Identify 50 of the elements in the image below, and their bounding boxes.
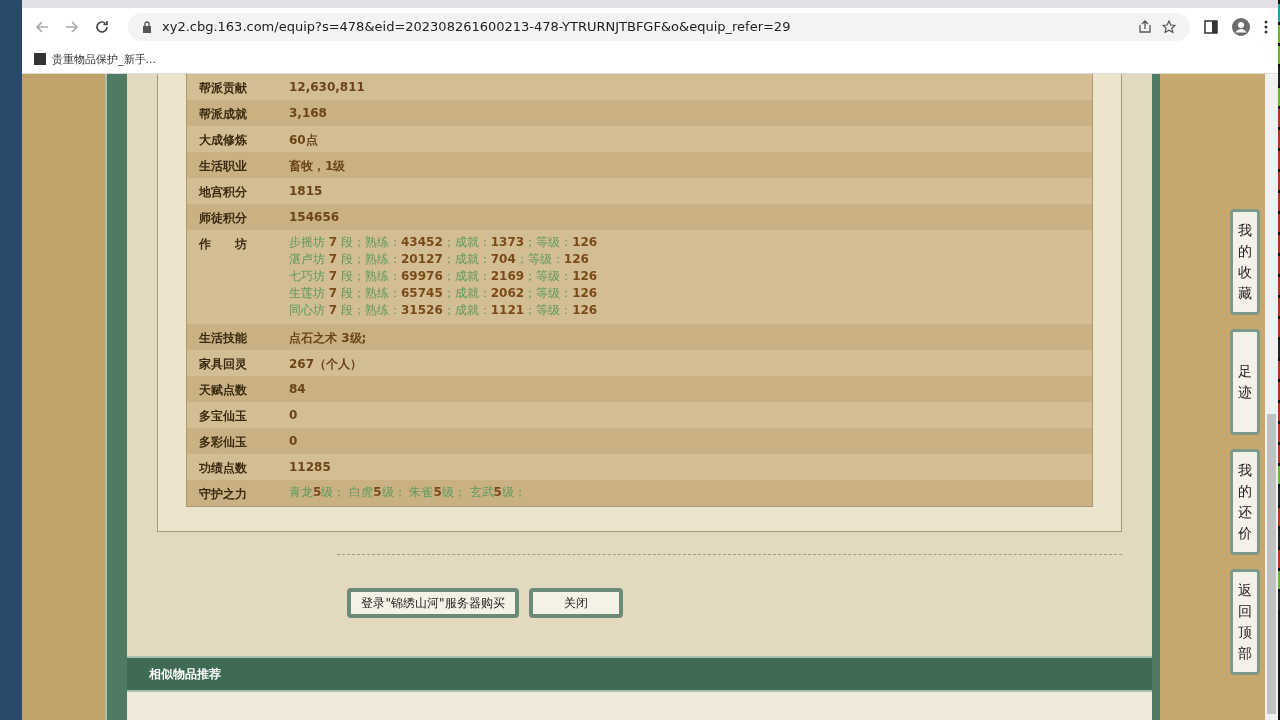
field-label: 多宝仙玉 bbox=[198, 408, 248, 425]
scroll-button[interactable]: 关闭 bbox=[529, 588, 623, 618]
field-value: 3,168 bbox=[289, 105, 327, 120]
field-value: 12,630,811 bbox=[289, 79, 365, 94]
field-label: 功绩点数 bbox=[198, 460, 248, 477]
field-label: 帮派成就 bbox=[198, 106, 248, 123]
lock-icon bbox=[142, 20, 152, 33]
field-value: 点石之术 3级; bbox=[289, 330, 367, 347]
field-value: 湛卢坊 7 段；熟练：20127；成就：704；等级：126 bbox=[289, 251, 590, 268]
field-label: 生活职业 bbox=[198, 158, 248, 175]
sidebar-icon[interactable] bbox=[1204, 19, 1218, 34]
field-label: 多彩仙玉 bbox=[198, 434, 248, 451]
field-label: 地宫积分 bbox=[197, 184, 248, 201]
field-value: 1815 bbox=[289, 183, 323, 198]
field-value: 七巧坊 7 段；熟练：69976；成就：2169；等级：126 bbox=[289, 268, 598, 285]
field-label: 守护之力 bbox=[198, 486, 248, 503]
field-value: 步摇坊 7 段；熟练：43452；成就：1373；等级：126 bbox=[289, 234, 598, 251]
field-value: 0 bbox=[289, 407, 298, 422]
field-value: 青龙5级； 白虎5级； 朱雀5级； 玄武5级； bbox=[289, 484, 526, 501]
field-label: 师徒积分 bbox=[198, 210, 248, 227]
menu-icon[interactable] bbox=[1264, 19, 1268, 34]
share-icon[interactable] bbox=[1138, 19, 1152, 34]
section-title: 相似物品推荐 bbox=[149, 665, 221, 683]
field-value: 60点 bbox=[289, 132, 318, 149]
bookmark[interactable]: 贵重物品保护_新手... bbox=[34, 51, 156, 67]
url-text: xy2.cbg.163.com/equip?s=478&eid=202308261600213-478-YTRURNJTBFGF&o&equip_refer=29 bbox=[162, 19, 791, 35]
field-value: 11285 bbox=[289, 459, 331, 474]
field-value: 0 bbox=[289, 433, 298, 448]
side-button[interactable]: 足迹 bbox=[1230, 329, 1260, 435]
side-button[interactable]: 返回顶部 bbox=[1230, 569, 1260, 675]
field-value: 生莲坊 7 段；熟练：65745；成就：2062；等级：126 bbox=[289, 285, 598, 302]
field-label: 天赋点数 bbox=[198, 382, 248, 399]
profile-icon[interactable] bbox=[1232, 17, 1250, 36]
field-label: 大成修炼 bbox=[198, 132, 248, 149]
field-value: 畜牧，1级 bbox=[289, 158, 346, 175]
side-button[interactable]: 我的收藏 bbox=[1230, 209, 1260, 315]
scroll-button[interactable]: 登录"锦绣山河"服务器购买 bbox=[347, 588, 519, 618]
field-label: 帮派贡献 bbox=[198, 80, 248, 97]
field-label: 家具回灵 bbox=[198, 356, 248, 373]
field-value: 267（个人） bbox=[289, 356, 363, 373]
scrollbar[interactable] bbox=[1265, 74, 1278, 720]
address-bar[interactable]: xy2.cbg.163.com/equip?s=478&eid=202308261600213-478-YTRURNJTBFGF&o&equip_refer=29 bbox=[128, 12, 1190, 41]
field-label: 生活技能 bbox=[198, 330, 248, 347]
field-label: 作 坊 bbox=[198, 236, 248, 253]
field-value: 154656 bbox=[289, 209, 340, 224]
reload-icon[interactable] bbox=[94, 18, 110, 35]
star-icon[interactable] bbox=[1162, 19, 1176, 34]
field-value: 84 bbox=[289, 381, 306, 396]
field-value: 同心坊 7 段；熟练：31526；成就：1121；等级：126 bbox=[289, 302, 598, 319]
side-button[interactable]: 我的还价 bbox=[1230, 449, 1260, 555]
